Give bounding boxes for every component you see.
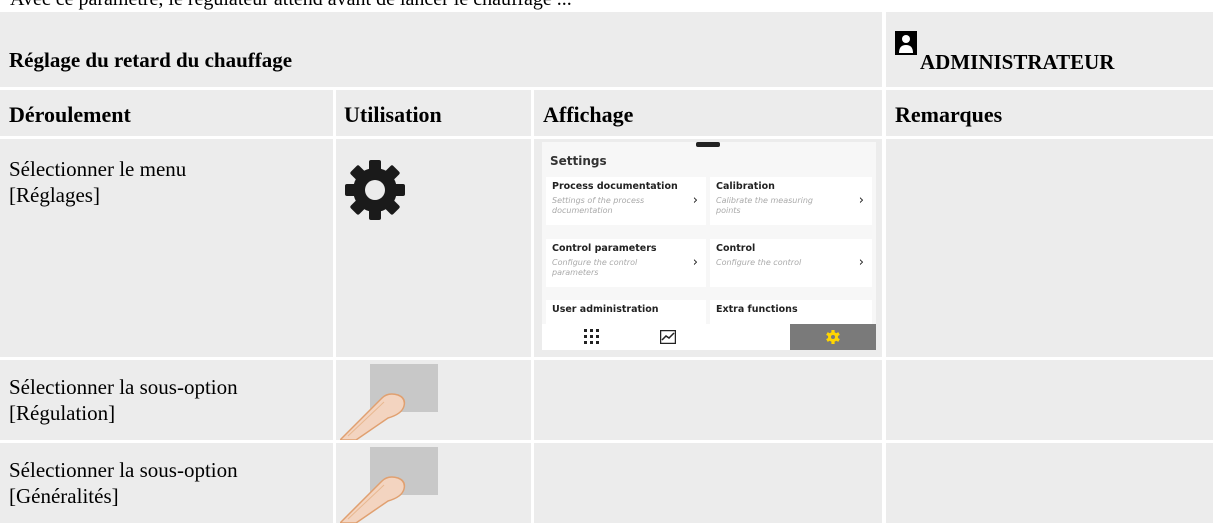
previous-text-fragment: Avec ce paramètre, le régulateur attend … <box>0 0 1213 10</box>
chevron-right-icon: › <box>692 255 698 270</box>
column-header-display: Affichage <box>534 90 882 136</box>
remarks-cell <box>886 139 1213 357</box>
user-icon <box>895 31 917 55</box>
finger-tap-icon <box>340 447 438 523</box>
finger-tap-icon <box>340 364 438 440</box>
usage-cell <box>336 360 531 440</box>
tile-process-documentation[interactable]: Process documentation Settings of the pr… <box>546 177 706 225</box>
tile-control-parameters[interactable]: Control parameters Configure the control… <box>546 239 706 287</box>
settings-nav-active[interactable] <box>790 324 876 350</box>
step-text: Sélectionner le menu [Réglages] <box>9 157 187 207</box>
page-title: Réglage du retard du chauffage <box>9 48 293 72</box>
tile-control[interactable]: Control Configure the control › <box>710 239 872 287</box>
display-cell <box>534 443 882 523</box>
usage-cell <box>336 139 531 357</box>
chevron-right-icon: › <box>858 193 864 208</box>
chevron-right-icon: › <box>692 193 698 208</box>
settings-icon <box>826 330 840 344</box>
column-header-steps: Déroulement <box>0 90 333 136</box>
tile-calibration[interactable]: Calibration Calibrate the measuring poin… <box>710 177 872 225</box>
screen-title: Settings <box>550 154 607 168</box>
role-label: ADMINISTRATEUR <box>920 50 1115 74</box>
table-row: Sélectionner le menu [Réglages] <box>0 139 333 357</box>
settings-screen: Settings Process documentation Settings … <box>542 142 876 350</box>
chevron-right-icon: › <box>858 255 864 270</box>
remarks-cell <box>886 443 1213 523</box>
usage-cell <box>336 443 531 523</box>
chart-icon[interactable] <box>660 330 676 344</box>
column-header-usage: Utilisation <box>336 90 531 136</box>
grid-icon[interactable] <box>584 329 600 345</box>
role-cell: ADMINISTRATEUR <box>886 12 1213 87</box>
remarks-cell <box>886 360 1213 440</box>
display-cell: Settings Process documentation Settings … <box>534 139 882 357</box>
column-header-remarks: Remarques <box>886 90 1213 136</box>
step-text: Sélectionner la sous-option [Généralités… <box>9 458 238 508</box>
tile-user-administration[interactable]: User administration <box>546 300 706 324</box>
screen-top-handle <box>696 142 720 147</box>
table-title-cell: Réglage du retard du chauffage <box>0 12 882 87</box>
step-text: Sélectionner la sous-option [Régulation] <box>9 375 238 425</box>
table-row: Sélectionner la sous-option [Régulation] <box>0 360 333 440</box>
table-row: Sélectionner la sous-option [Généralités… <box>0 443 333 523</box>
gear-icon <box>345 160 405 220</box>
bottom-navigation <box>542 324 876 350</box>
display-cell <box>534 360 882 440</box>
tile-extra-functions[interactable]: Extra functions <box>710 300 872 324</box>
